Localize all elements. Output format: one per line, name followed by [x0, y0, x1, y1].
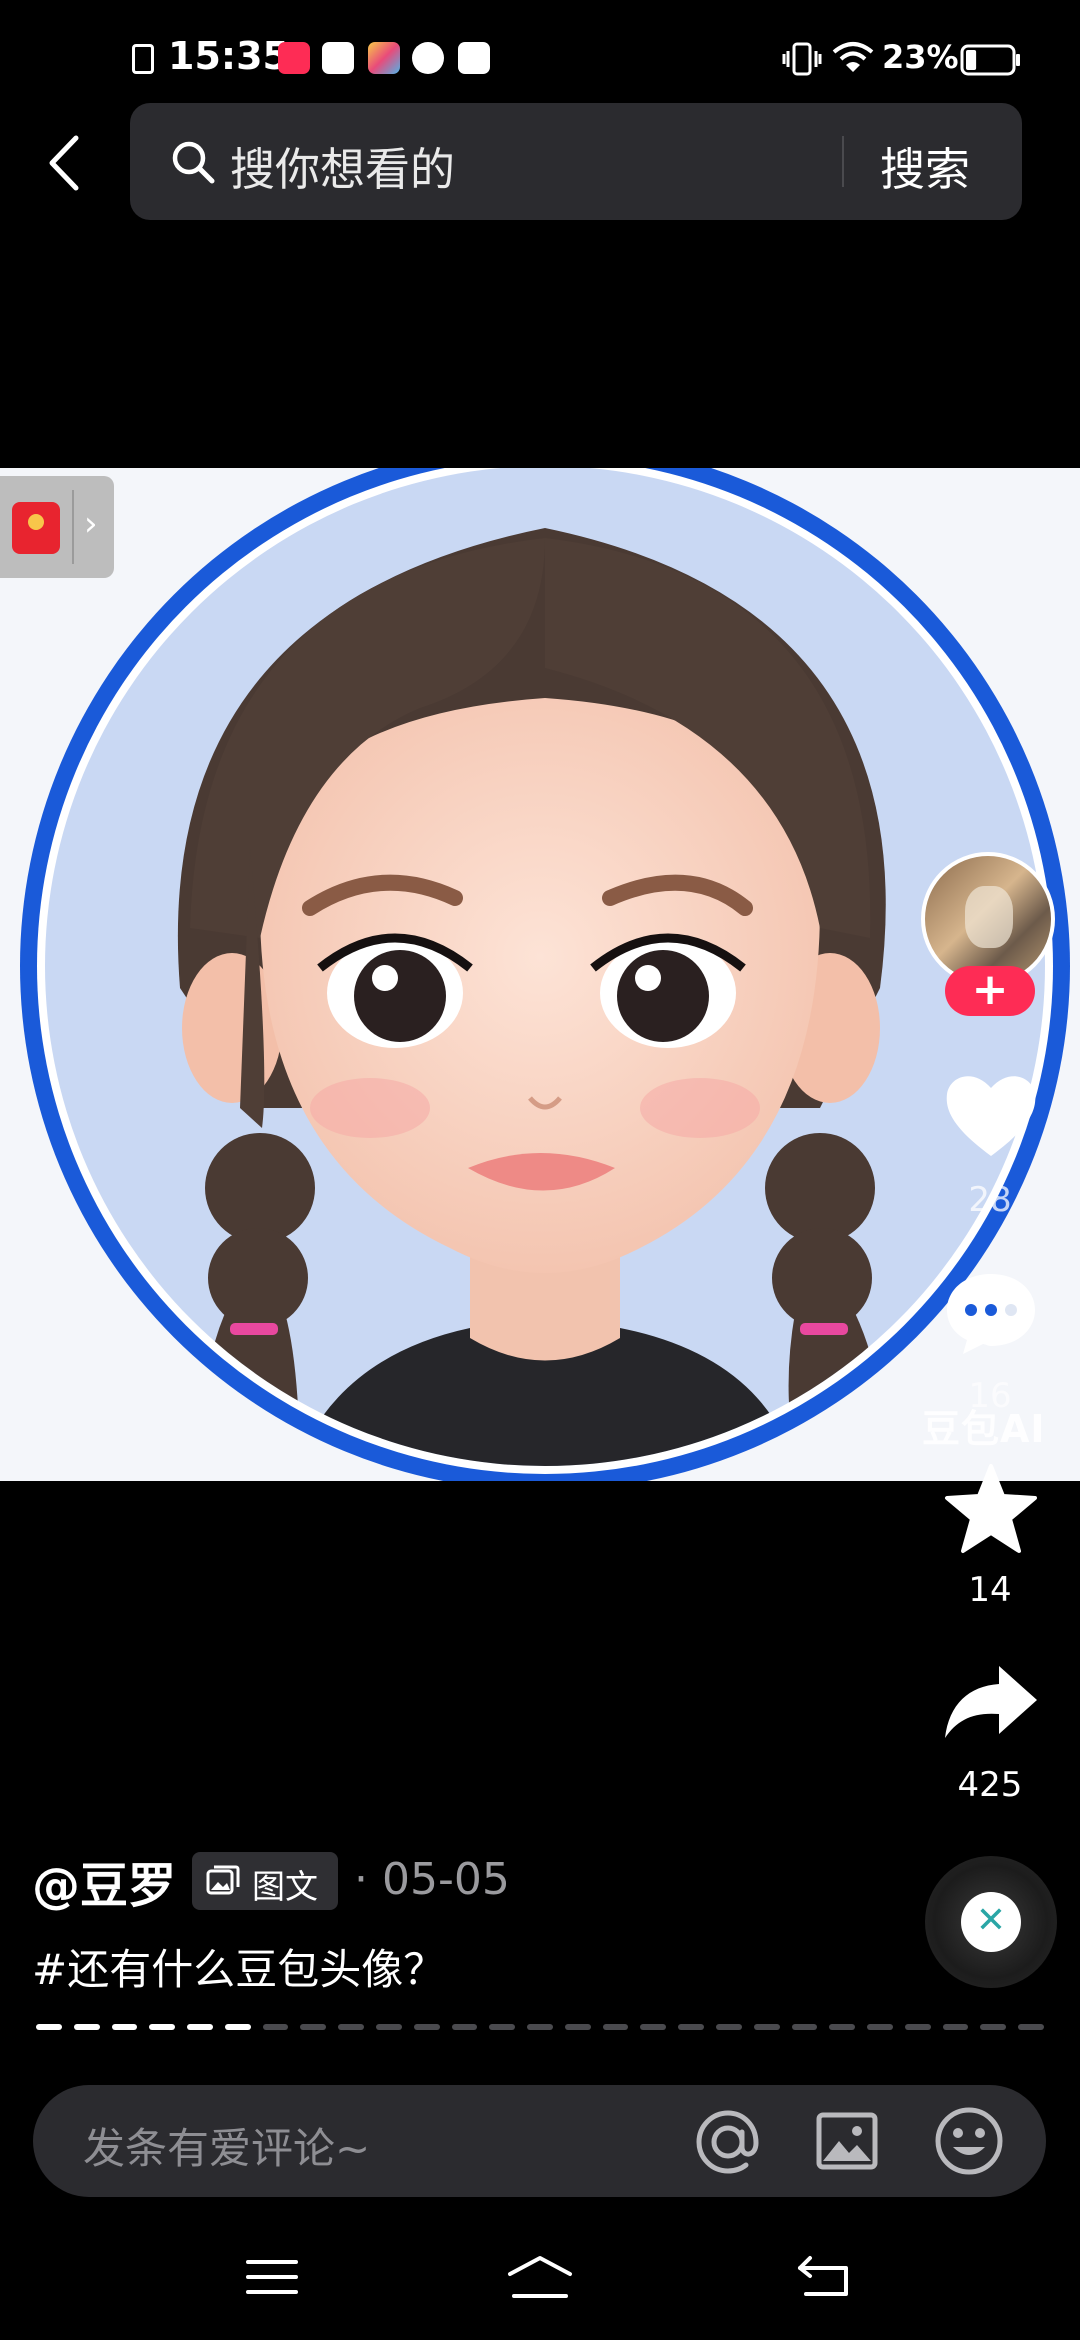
share-count: 425 [957, 1765, 1023, 1805]
progress-segment [376, 2024, 402, 2030]
progress-segment [753, 2024, 780, 2030]
post-caption[interactable]: #还有什么豆包头像？ [32, 1936, 445, 1997]
image-progress-indicator [36, 2024, 1044, 2030]
progress-segment [489, 2024, 516, 2030]
progress-segment [1018, 2024, 1044, 2030]
post-type-label: 图文 [252, 1867, 318, 1906]
search-input[interactable]: 搜你想看的 搜索 [130, 103, 1022, 220]
wifi-icon [832, 42, 874, 72]
image-icon [206, 1865, 240, 1895]
back-nav-icon[interactable] [796, 2252, 852, 2302]
flash-app-icon [458, 42, 490, 74]
speed-app-icon [412, 42, 444, 74]
comment-icon[interactable] [945, 1270, 1037, 1356]
search-button[interactable]: 搜索 [880, 133, 970, 198]
favorite-count: 14 [968, 1570, 1012, 1610]
search-placeholder: 搜你想看的 [230, 143, 456, 196]
progress-segment [300, 2024, 327, 2030]
mention-icon[interactable] [693, 2107, 763, 2177]
progress-segment [111, 2024, 138, 2030]
sim-icon [132, 44, 154, 74]
progress-segment [640, 2024, 667, 2030]
emoji-icon[interactable] [933, 2105, 1005, 2177]
red-packet-tab[interactable]: › [0, 476, 114, 578]
status-bar: 15:35 23% [0, 0, 1080, 120]
progress-segment [451, 2024, 478, 2030]
app-notification-icon [278, 42, 310, 74]
battery-percent: 23% [882, 38, 959, 76]
progress-segment [527, 2024, 553, 2030]
progress-segment [942, 2024, 969, 2030]
battery-icon [960, 44, 1020, 76]
progress-segment [716, 2024, 742, 2030]
red-packet-icon [12, 502, 60, 554]
author-name[interactable]: @豆罗 [32, 1846, 176, 1916]
divider [72, 490, 74, 564]
like-count: 28 [968, 1180, 1012, 1220]
progress-segment [791, 2024, 818, 2030]
menu-icon[interactable] [244, 2252, 300, 2302]
search-icon [172, 141, 215, 184]
progress-segment [829, 2024, 856, 2030]
back-arrow-icon[interactable] [38, 128, 90, 198]
progress-segment [564, 2024, 591, 2030]
progress-segment [678, 2024, 704, 2030]
home-icon[interactable] [504, 2252, 576, 2302]
vibrate-icon [782, 42, 822, 76]
heart-icon[interactable] [943, 1070, 1039, 1160]
progress-segment [262, 2024, 289, 2030]
progress-segment [602, 2024, 629, 2030]
progress-segment [73, 2024, 100, 2030]
progress-segment [187, 2024, 213, 2030]
status-time: 15:35 [168, 34, 289, 78]
comment-input[interactable]: 发条有爱评论~ [33, 2085, 1046, 2197]
follow-button[interactable]: + [945, 966, 1035, 1016]
music-disc[interactable]: ✕ [925, 1856, 1057, 1988]
progress-segment [338, 2024, 364, 2030]
chevron-right-icon: › [84, 504, 98, 544]
share-arrow-icon[interactable] [943, 1664, 1039, 1740]
progress-segment [224, 2024, 251, 2030]
comment-count: 16 [968, 1376, 1012, 1416]
avatar-illustration [0, 468, 1080, 1481]
progress-segment [867, 2024, 893, 2030]
video-app-icon [322, 42, 354, 74]
progress-segment [149, 2024, 176, 2030]
star-icon[interactable] [943, 1462, 1039, 1554]
post-date: · 05-05 [354, 1854, 510, 1905]
progress-segment [904, 2024, 931, 2030]
progress-segment [980, 2024, 1007, 2030]
comment-placeholder: 发条有爱评论~ [83, 2124, 371, 2173]
post-image[interactable]: 豆包AI [0, 468, 1080, 1481]
game-app-icon [368, 42, 400, 74]
search-divider [842, 136, 844, 187]
music-cover-icon: ✕ [961, 1892, 1021, 1952]
progress-segment [36, 2024, 62, 2030]
post-type-badge: 图文 [192, 1852, 338, 1910]
progress-segment [413, 2024, 440, 2030]
image-picker-icon[interactable] [815, 2109, 879, 2173]
